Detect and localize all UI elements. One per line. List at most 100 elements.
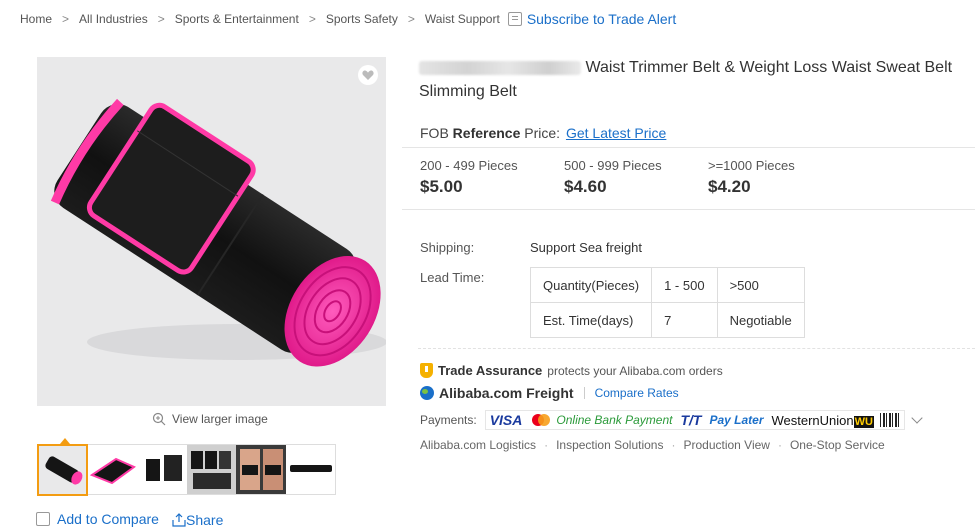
thumbnail-strip [37, 444, 336, 496]
thumbnail-image [187, 445, 237, 494]
product-title-line2: Slimming Belt [419, 83, 517, 100]
thumbnail-image [285, 445, 335, 494]
price-tier: 500 - 999 Pieces $4.60 [564, 158, 662, 197]
freight-title: Alibaba.com Freight [439, 385, 574, 401]
divider [583, 387, 585, 399]
fob-prefix: FOB [420, 125, 449, 141]
service-logistics[interactable]: Alibaba.com Logistics [420, 438, 536, 452]
alibaba-freight: Alibaba.com Freight Compare Rates [420, 385, 679, 401]
service-production-view[interactable]: Production View [683, 438, 770, 452]
compare-checkbox[interactable] [36, 512, 50, 526]
tier-quantity: 500 - 999 Pieces [564, 158, 662, 173]
thumbnail-3[interactable] [137, 445, 188, 494]
compare-rates-link[interactable]: Compare Rates [595, 386, 679, 400]
table-row: Est. Time(days) 7 Negotiable [529, 302, 805, 338]
payment-logos[interactable]: VISA Online Bank Payment T/T Pay Later W… [484, 410, 905, 430]
table-cell: 1 - 500 [651, 267, 718, 303]
visa-logo: VISA [489, 412, 523, 428]
price-tier: 200 - 499 Pieces $5.00 [420, 158, 518, 197]
thumbnail-image [236, 445, 286, 494]
share-icon [172, 513, 186, 527]
service-inspection[interactable]: Inspection Solutions [556, 438, 663, 452]
tt-logo: T/T [680, 412, 702, 428]
shipping-label: Shipping: [420, 240, 475, 255]
thumbnail-2[interactable] [88, 445, 138, 494]
blurred-brand [419, 60, 581, 75]
breadcrumb-separator: > [62, 12, 70, 26]
breadcrumb-separator: > [407, 12, 415, 26]
product-title: Waist Trimmer Belt & Weight Loss Waist S… [419, 56, 964, 104]
dot-separator: · [671, 438, 676, 452]
fob-price-row: FOB Reference Price: Get Latest Price [420, 125, 666, 141]
share-button[interactable]: Share [172, 512, 223, 528]
trade-assurance[interactable]: Trade Assurance protects your Alibaba.co… [420, 363, 723, 378]
service-one-stop[interactable]: One-Stop Service [790, 438, 885, 452]
fob-reference: Reference [452, 125, 521, 141]
tier-quantity: 200 - 499 Pieces [420, 158, 518, 173]
add-to-compare-label: Add to Compare [57, 511, 159, 527]
subscribe-trade-alert-label: Subscribe to Trade Alert [526, 11, 677, 27]
lead-time-label: Lead Time: [420, 270, 485, 285]
thumbnail-5[interactable] [236, 445, 286, 494]
thumbnail-image [137, 445, 188, 494]
pay-later-logo: Pay Later [709, 413, 764, 427]
shipping-value: Support Sea freight [530, 240, 643, 255]
online-bank-payment-logo: Online Bank Payment [556, 413, 673, 427]
view-larger-image-link[interactable]: View larger image [152, 412, 268, 426]
table-cell: Est. Time(days) [529, 302, 653, 338]
payments-label: Payments: [420, 413, 477, 427]
trade-assurance-title: Trade Assurance [438, 363, 543, 378]
tier-quantity: >=1000 Pieces [708, 158, 795, 173]
fob-suffix: Price: [524, 125, 561, 141]
add-to-compare[interactable]: Add to Compare [36, 511, 159, 527]
subscribe-trade-alert-link[interactable]: Subscribe to Trade Alert [507, 11, 677, 27]
lead-time-table: Quantity(Pieces) 1 - 500 >500 Est. Time(… [529, 267, 805, 338]
table-cell: >500 [716, 267, 805, 303]
dot-separator: · [777, 438, 782, 452]
waist-belt-image [50, 98, 386, 367]
view-larger-label: View larger image [172, 412, 268, 426]
table-cell: Quantity(Pieces) [529, 267, 653, 303]
western-union-logo: WesternUnionWU [771, 412, 874, 428]
thumbnail-6[interactable] [285, 445, 335, 494]
heart-icon [362, 69, 374, 80]
main-product-image[interactable] [37, 57, 386, 406]
table-cell: 7 [651, 302, 718, 338]
wu-badge: WU [853, 415, 874, 428]
breadcrumb-home[interactable]: Home [20, 12, 52, 26]
breadcrumb-waist-support[interactable]: Waist Support [425, 12, 500, 26]
trade-assurance-text: protects your Alibaba.com orders [547, 363, 723, 378]
thumbnail-1[interactable] [37, 444, 89, 496]
thumbnail-image [39, 446, 87, 494]
breadcrumb: Home > All Industries > Sports & Enterta… [20, 10, 676, 28]
breadcrumb-sports-safety[interactable]: Sports Safety [326, 12, 398, 26]
price-tiers: 200 - 499 Pieces $5.00 500 - 999 Pieces … [402, 147, 975, 210]
barcode-icon [879, 413, 900, 427]
chevron-down-icon[interactable] [911, 412, 923, 424]
subscribe-icon [507, 12, 522, 26]
thumbnail-image [88, 445, 138, 494]
payments-row: Payments: VISA Online Bank Payment T/T P… [420, 409, 923, 431]
tier-price: $4.20 [708, 177, 751, 196]
product-title-text: Waist Trimmer Belt & Weight Loss Waist S… [585, 59, 953, 76]
tier-price: $4.60 [564, 177, 607, 196]
table-row: Quantity(Pieces) 1 - 500 >500 [529, 267, 805, 303]
tier-price: $5.00 [420, 177, 463, 196]
breadcrumb-sports-entertainment[interactable]: Sports & Entertainment [175, 12, 299, 26]
western-union-text: WesternUnion [771, 412, 854, 428]
breadcrumb-all-industries[interactable]: All Industries [79, 12, 148, 26]
globe-icon [420, 386, 434, 400]
share-label: Share [186, 512, 224, 528]
thumbnail-4[interactable] [187, 445, 237, 494]
table-cell: Negotiable [716, 302, 805, 338]
section-divider [418, 348, 975, 349]
mastercard-icon [532, 414, 551, 426]
favorite-button[interactable] [358, 65, 378, 85]
get-latest-price-link[interactable]: Get Latest Price [566, 125, 666, 141]
dot-separator: · [544, 438, 549, 452]
breadcrumb-separator: > [157, 12, 165, 26]
shield-icon [420, 363, 433, 378]
services-links: Alibaba.com Logistics · Inspection Solut… [420, 438, 885, 452]
breadcrumb-separator: > [308, 12, 316, 26]
price-tier: >=1000 Pieces $4.20 [708, 158, 795, 197]
